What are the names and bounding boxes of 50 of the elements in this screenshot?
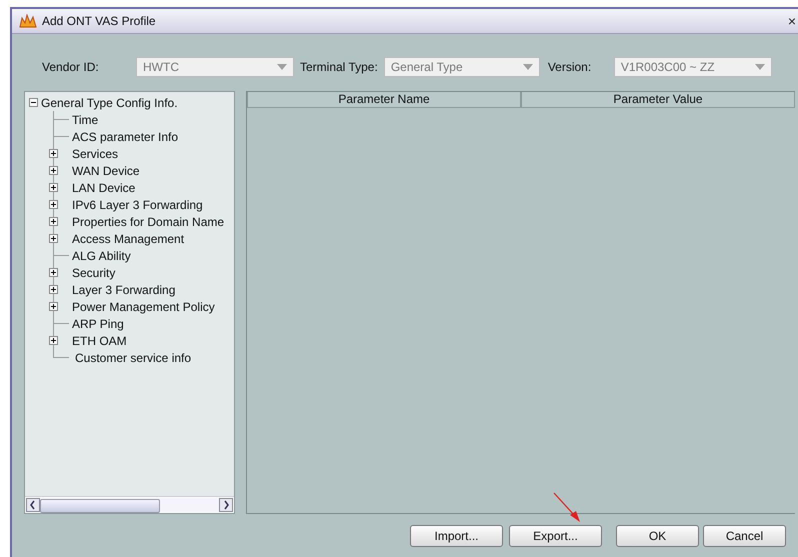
tree-item[interactable]: Time xyxy=(72,112,98,126)
annotation-arrow xyxy=(553,492,583,524)
dialog-button[interactable]: Import... xyxy=(410,525,503,547)
dropdown-field[interactable]: HWTC xyxy=(136,57,294,77)
dialog-button[interactable]: Cancel xyxy=(703,525,786,547)
dropdown-arrow-icon xyxy=(522,64,533,70)
horizontal-scrollbar[interactable] xyxy=(25,496,234,513)
tree-item[interactable]: ACS parameter Info xyxy=(72,130,178,144)
tree-item[interactable]: WAN Device xyxy=(72,164,140,178)
field-label: Terminal Type: xyxy=(300,60,378,74)
dialog-button[interactable]: Export... xyxy=(509,525,602,547)
expand-icon[interactable] xyxy=(49,183,58,192)
tree-item[interactable]: ARP Ping xyxy=(72,316,124,330)
expand-icon[interactable] xyxy=(49,302,58,311)
tree-item[interactable]: Power Management Policy xyxy=(72,300,215,314)
close-button[interactable]: × xyxy=(786,13,798,29)
field-label: Vendor ID: xyxy=(42,60,100,74)
column-header[interactable]: Parameter Value xyxy=(521,92,795,108)
expand-icon[interactable] xyxy=(49,149,58,158)
dropdown-arrow-icon xyxy=(754,64,765,70)
expand-icon[interactable] xyxy=(49,200,58,209)
scroll-left-icon[interactable] xyxy=(26,498,40,512)
dropdown-arrow-icon xyxy=(277,64,287,70)
scroll-right-icon[interactable] xyxy=(219,498,233,512)
dropdown-field[interactable]: General Type xyxy=(384,57,540,77)
tree-item[interactable]: Security xyxy=(72,266,116,280)
expand-icon[interactable] xyxy=(49,166,58,175)
tree-item[interactable]: Layer 3 Forwarding xyxy=(72,282,176,296)
column-header[interactable]: Parameter Name xyxy=(247,92,521,108)
tree-item[interactable]: LAN Device xyxy=(72,180,136,194)
expand-icon[interactable] xyxy=(49,234,58,243)
tree-item[interactable]: Services xyxy=(72,146,118,160)
tree-item[interactable]: IPv6 Layer 3 Forwarding xyxy=(72,198,203,212)
expand-icon[interactable] xyxy=(49,217,58,226)
tree-item[interactable]: Customer service info xyxy=(75,350,192,364)
collapse-icon[interactable] xyxy=(29,98,38,107)
tree-item[interactable]: ETH OAM xyxy=(72,334,127,348)
expand-icon[interactable] xyxy=(49,336,58,345)
dropdown-field[interactable]: V1R003C00 ~ ZZ xyxy=(614,57,772,77)
expand-icon[interactable] xyxy=(49,268,58,277)
tree-item[interactable]: ALG Ability xyxy=(72,248,131,262)
window-title: Add ONT VAS Profile xyxy=(42,14,156,28)
flame-icon xyxy=(18,14,38,28)
tree-item[interactable]: Access Management xyxy=(72,232,184,246)
scroll-thumb[interactable] xyxy=(40,499,160,513)
field-label: Version: xyxy=(548,60,592,74)
dialog-button[interactable]: OK xyxy=(616,525,699,547)
tree-item[interactable]: General Type Config Info. xyxy=(41,96,178,110)
tree-item[interactable]: Properties for Domain Name xyxy=(72,214,224,228)
expand-icon[interactable] xyxy=(49,285,58,294)
